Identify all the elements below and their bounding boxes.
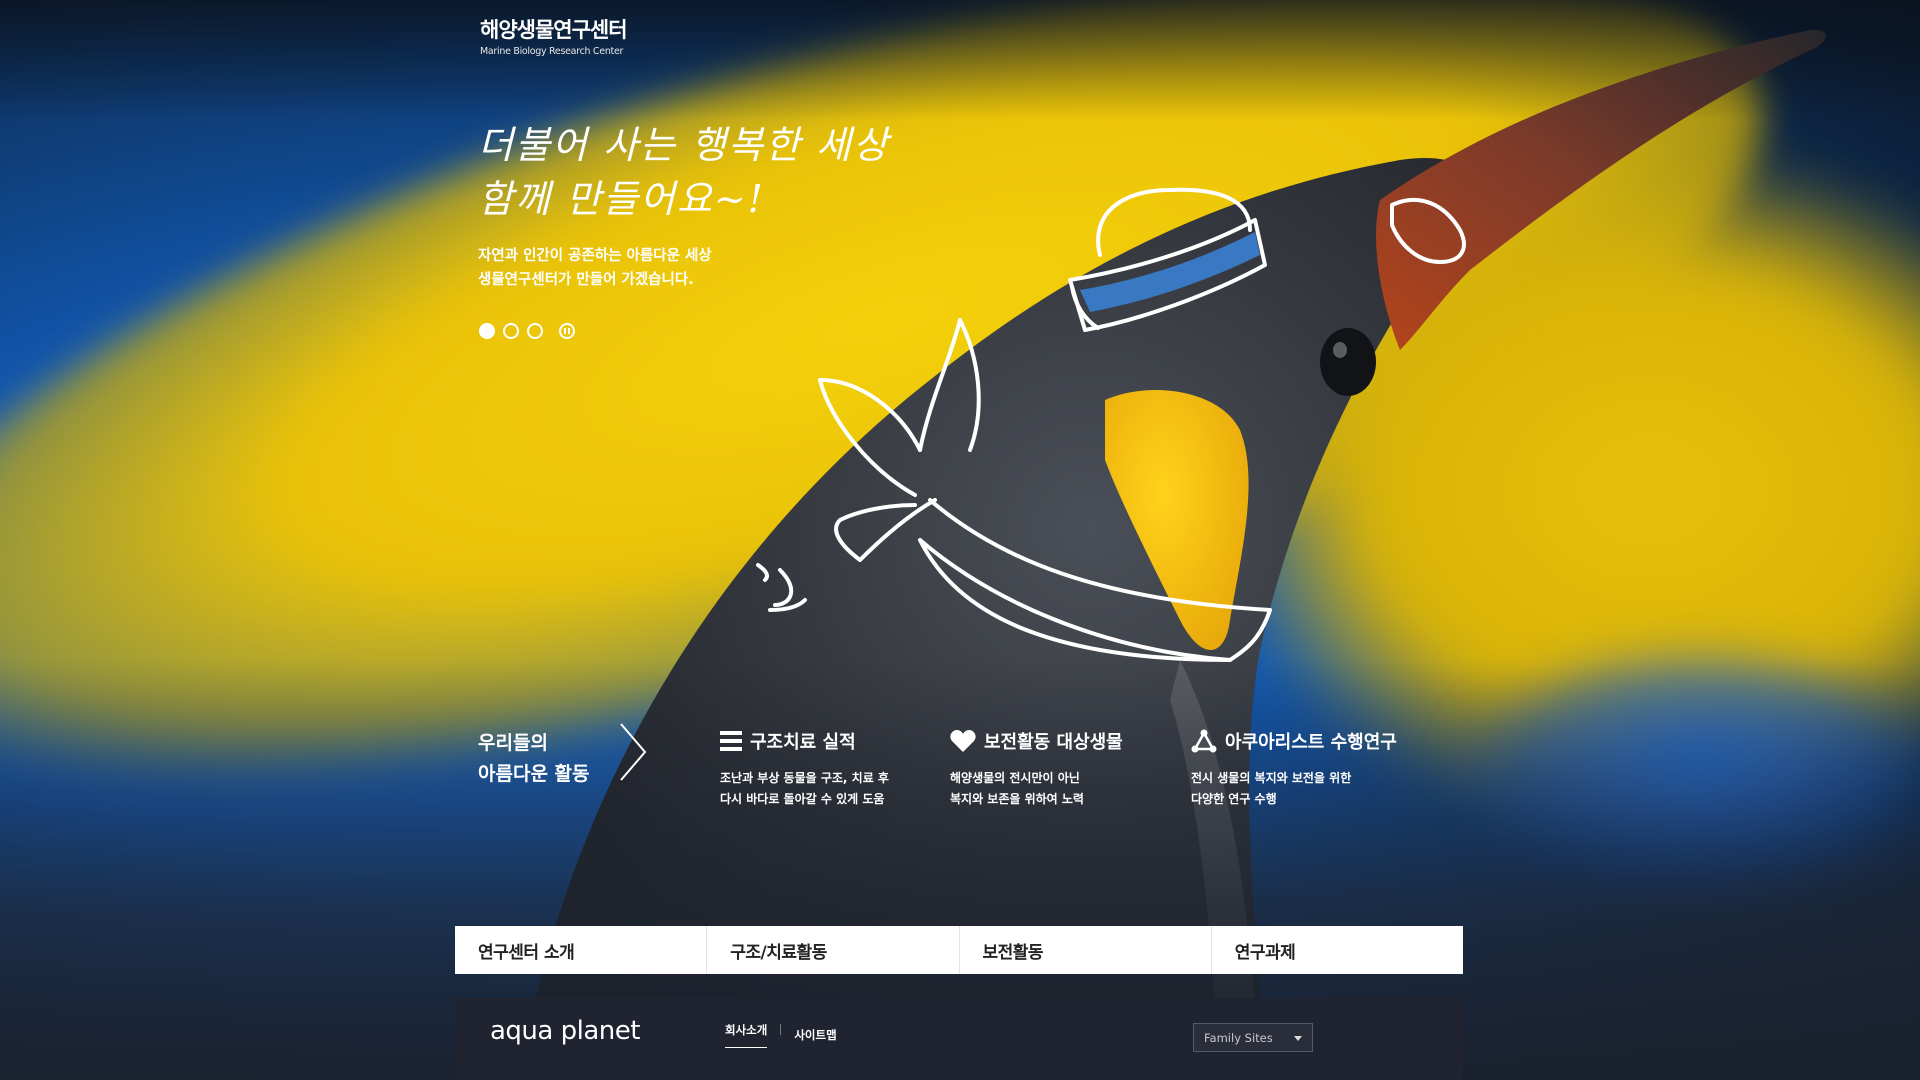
activity-conservation[interactable]: 보전활동 대상생물 해양생물의 전시만이 아닌 복지와 보존을 위하여 노력 — [950, 728, 1123, 810]
footer-link-company[interactable]: 회사소개 — [725, 1022, 768, 1048]
activity-research-title: 아쿠아리스트 수행연구 — [1225, 732, 1397, 753]
hero-subtitle-line2: 생물연구센터가 만들어 가겠습니다. — [478, 272, 694, 288]
activity-conservation-desc-line2: 복지와 보존을 위하여 노력 — [950, 792, 1084, 806]
activity-research-desc-line1: 전시 생물의 복지와 보전을 위한 — [1191, 771, 1352, 785]
slide-dot-3[interactable] — [527, 323, 543, 339]
nav-item-research[interactable]: 연구과제 — [1212, 926, 1463, 974]
caret-down-icon — [1294, 1036, 1302, 1041]
nav-item-about[interactable]: 연구센터 소개 — [455, 926, 708, 974]
list-icon — [720, 731, 742, 751]
logo-title-en: Marine Biology Research Center — [480, 46, 624, 57]
pause-icon[interactable] — [559, 323, 575, 339]
network-icon — [1191, 729, 1217, 753]
chevron-right-icon[interactable] — [618, 722, 648, 782]
activities-title-line2: 아름다운 활동 — [478, 763, 590, 785]
hero-slogan-line1: 더불어 사는 행복한 세상 — [478, 123, 890, 167]
footer-link-sitemap[interactable]: 사이트맵 — [794, 1027, 836, 1043]
activity-rescue[interactable]: 구조치료 실적 조난과 부상 동물을 구조, 치료 후 다시 바다로 돌아갈 수… — [720, 728, 889, 810]
activity-research-desc-line2: 다양한 연구 수행 — [1191, 792, 1277, 806]
nav-item-conservation[interactable]: 보전활동 — [960, 926, 1212, 974]
family-sites-select[interactable]: Family Sites — [1193, 1023, 1313, 1052]
activity-rescue-title: 구조치료 실적 — [750, 732, 856, 753]
activities-title-line1: 우리들의 — [478, 732, 548, 754]
activity-rescue-desc-line2: 다시 바다로 돌아갈 수 있게 도움 — [720, 792, 885, 806]
footer-link-divider — [780, 1024, 782, 1035]
hero-slogan: 더불어 사는 행복한 세상 함께 만들어요~! — [478, 118, 918, 226]
heart-icon — [950, 730, 976, 752]
main-nav: 연구센터 소개 구조/치료활동 보전활동 연구과제 — [455, 926, 1463, 974]
logo-title-ko: 해양생물연구센터 — [480, 18, 628, 42]
hero-slogan-line2: 함께 만들어요~! — [478, 177, 765, 221]
activity-rescue-desc-line1: 조난과 부상 동물을 구조, 치료 후 — [720, 771, 889, 785]
family-sites-label: Family Sites — [1204, 1030, 1273, 1045]
activities-title: 우리들의 아름다운 활동 — [478, 728, 590, 790]
hero-background — [0, 0, 1920, 1080]
activity-research[interactable]: 아쿠아리스트 수행연구 전시 생물의 복지와 보전을 위한 다양한 연구 수행 — [1191, 728, 1397, 810]
activity-conservation-desc-line1: 해양생물의 전시만이 아닌 — [950, 771, 1080, 785]
site-logo[interactable]: 해양생물연구센터 Marine Biology Research Center — [480, 14, 628, 57]
hero-subtitle-line1: 자연과 인간이 공존하는 아름다운 세상 — [478, 248, 712, 264]
slider-pagination — [479, 323, 575, 339]
activities-section: 우리들의 아름다운 활동 구조치료 실적 조난과 부상 동물을 구조, 치료 후… — [478, 723, 1438, 828]
footer-links: 회사소개 사이트맵 — [725, 1022, 837, 1048]
activity-conservation-title: 보전활동 대상생물 — [984, 732, 1123, 753]
footer-brand-logo[interactable]: aqua planet — [490, 1016, 640, 1046]
slide-dot-1[interactable] — [479, 323, 495, 339]
nav-item-rescue[interactable]: 구조/치료활동 — [707, 926, 960, 974]
slide-dot-2[interactable] — [503, 323, 519, 339]
footer: aqua planet 회사소개 사이트맵 Family Sites — [455, 998, 1463, 1080]
hero-section: 더불어 사는 행복한 세상 함께 만들어요~! 자연과 인간이 공존하는 아름다… — [478, 118, 918, 292]
hero-subtitle: 자연과 인간이 공존하는 아름다운 세상 생물연구센터가 만들어 가겠습니다. — [478, 244, 918, 292]
